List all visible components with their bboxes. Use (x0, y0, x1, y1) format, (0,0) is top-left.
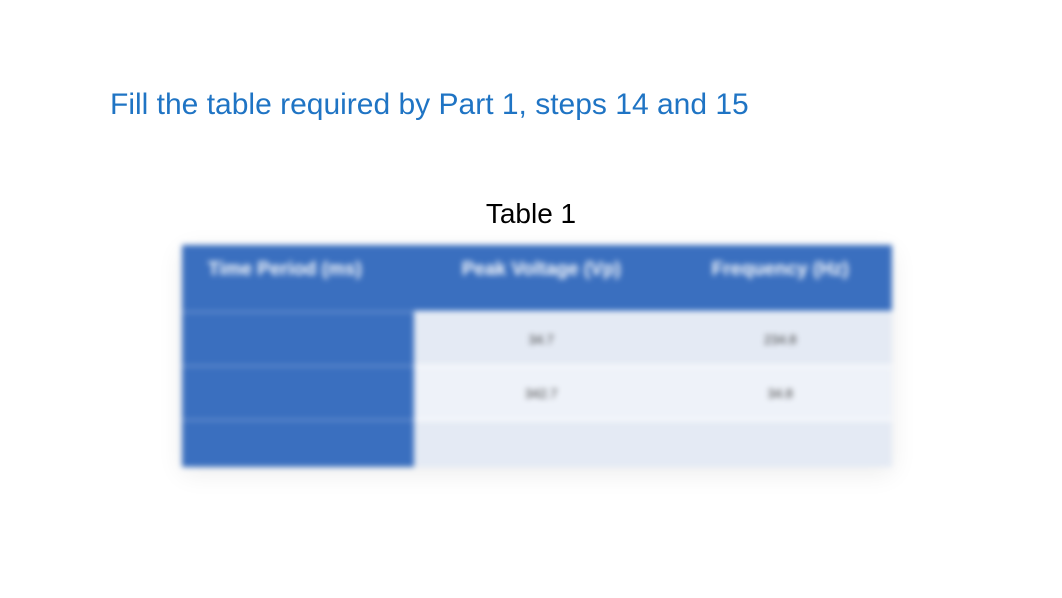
col-header-frequency: Frequency (Hz) (669, 245, 892, 311)
table-row (182, 419, 892, 467)
cell-peak-voltage (414, 419, 669, 467)
col-header-time-period: Time Period (ms) (182, 245, 414, 311)
table-header-row: Time Period (ms) Peak Voltage (Vp) Frequ… (182, 245, 892, 311)
cell-peak-voltage: 342.7 (414, 365, 669, 419)
data-table: Time Period (ms) Peak Voltage (Vp) Frequ… (182, 245, 892, 467)
cell-frequency: 234.8 (669, 311, 892, 365)
data-table-container: Time Period (ms) Peak Voltage (Vp) Frequ… (182, 245, 892, 467)
cell-time-period (182, 365, 414, 419)
cell-frequency (669, 419, 892, 467)
table-row: 342.7 34.8 (182, 365, 892, 419)
cell-peak-voltage: 34.7 (414, 311, 669, 365)
table-row: 34.7 234.8 (182, 311, 892, 365)
cell-frequency: 34.8 (669, 365, 892, 419)
cell-time-period (182, 419, 414, 467)
table-caption: Table 1 (0, 198, 1062, 230)
page-title: Fill the table required by Part 1, steps… (110, 88, 749, 122)
col-header-peak-voltage: Peak Voltage (Vp) (414, 245, 669, 311)
cell-time-period (182, 311, 414, 365)
